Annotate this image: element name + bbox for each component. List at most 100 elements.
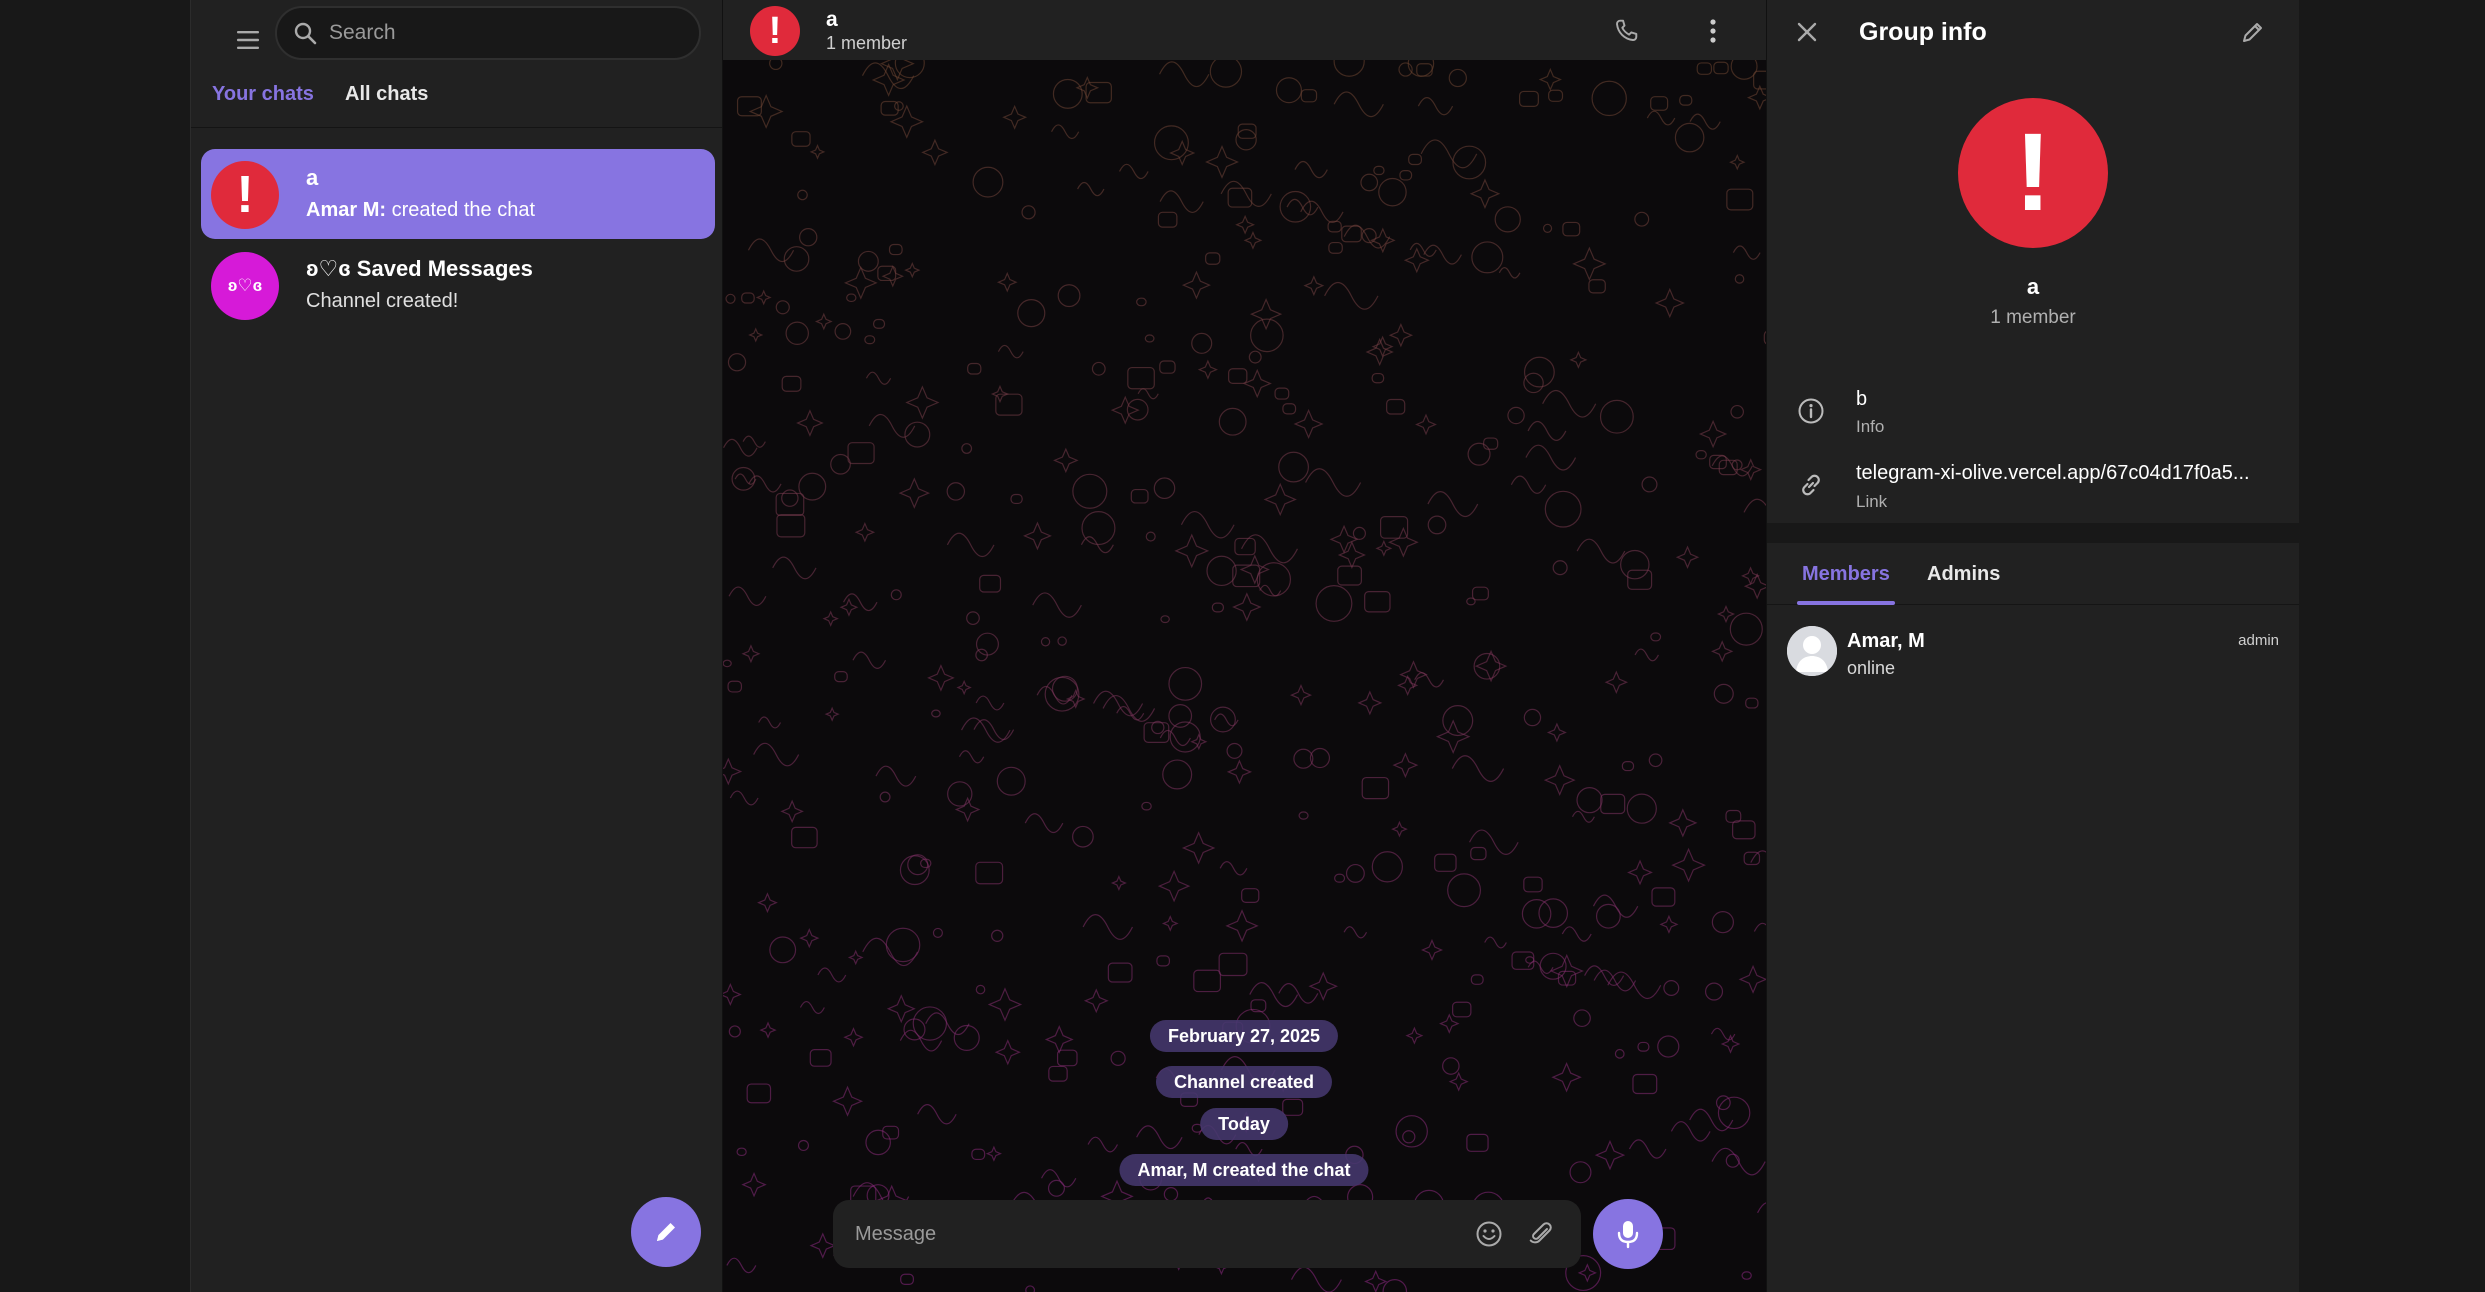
wallpaper-doodle <box>1729 153 1746 171</box>
chat-header-subtitle: 1 member <box>826 33 908 53</box>
wallpaper-doodle <box>1235 214 1256 235</box>
wallpaper-doodle <box>1388 526 1419 558</box>
hamburger-menu-button[interactable] <box>221 13 275 67</box>
wallpaper-doodle <box>1235 129 1257 151</box>
wallpaper-doodle <box>723 757 743 786</box>
members-tabs: Members Admins <box>1767 543 2299 605</box>
chat-list-item[interactable]: ! a Amar M: created the chat <box>201 149 715 239</box>
search-icon <box>294 22 317 45</box>
wallpaper-doodle <box>1305 468 1362 497</box>
group-avatar[interactable]: ! <box>1958 98 2108 248</box>
wallpaper-doodle <box>927 664 955 692</box>
wallpaper-doodle <box>979 574 1002 593</box>
wallpaper-doodle <box>886 994 916 1024</box>
wallpaper-doodle <box>781 489 799 507</box>
wallpaper-doodle <box>1102 695 1156 722</box>
wallpaper-doodle <box>1604 670 1629 694</box>
attach-button[interactable] <box>1523 1216 1559 1252</box>
wallpaper-doodle <box>834 670 848 683</box>
wallpaper-doodle <box>975 695 1005 711</box>
wallpaper-doodle <box>961 717 1011 743</box>
voice-record-button[interactable] <box>1593 1199 1663 1269</box>
wallpaper-doodle <box>1698 419 1728 449</box>
wallpaper-doodle <box>1110 1050 1126 1066</box>
wallpaper-doodle <box>946 482 966 501</box>
wallpaper-doodle <box>1572 246 1607 282</box>
call-button[interactable] <box>1606 11 1646 51</box>
group-invite-link[interactable]: telegram-xi-olive.vercel.app/67c04d17f0a… <box>1856 462 2250 485</box>
wallpaper-doodle <box>1470 846 1487 861</box>
wallpaper-doodle <box>1072 473 1108 509</box>
wallpaper-doodle <box>747 238 795 263</box>
wallpaper-doodle <box>1650 96 1669 111</box>
wallpaper-doodle <box>1637 1041 1650 1052</box>
wallpaper-doodle <box>830 453 851 475</box>
close-panel-button[interactable] <box>1787 12 1827 52</box>
wallpaper-doodle <box>888 243 903 256</box>
wallpaper-doodle <box>1679 94 1693 106</box>
wallpaper-doodle <box>1730 404 1745 419</box>
wallpaper-doodle <box>953 1024 980 1052</box>
wallpaper-doodle <box>1127 366 1155 390</box>
wallpaper-doodle <box>1576 787 1603 814</box>
exclamation-icon: ! <box>2014 111 2052 234</box>
wallpaper-doodle <box>900 1273 914 1286</box>
edit-group-button[interactable] <box>2233 12 2273 52</box>
wallpaper-doodle <box>1621 761 1635 772</box>
wallpaper-doodle <box>1746 84 1766 111</box>
wallpaper-doodle <box>1557 970 1577 986</box>
wallpaper-doodle <box>1308 971 1338 1001</box>
wallpaper-doodle <box>1017 298 1046 328</box>
tab-your-chats[interactable]: Your chats <box>212 83 314 106</box>
wallpaper-doodle <box>1181 831 1216 865</box>
wallpaper-doodle <box>1157 869 1191 903</box>
wallpaper-doodle <box>1415 413 1437 436</box>
new-message-button[interactable] <box>631 1197 701 1267</box>
search-box[interactable] <box>275 6 701 60</box>
wallpaper-doodle <box>1163 1187 1179 1202</box>
emoji-button[interactable] <box>1471 1216 1507 1252</box>
chat-header-avatar[interactable]: ! <box>750 6 800 56</box>
wallpaper-doodle <box>723 659 732 668</box>
wallpaper-doodle <box>1279 190 1312 223</box>
wallpaper-doodle <box>1197 359 1218 380</box>
group-description[interactable]: b <box>1856 388 1867 411</box>
tab-all-chats[interactable]: All chats <box>345 83 428 106</box>
wallpaper-doodle <box>1075 75 1100 100</box>
service-message: Channel created <box>1155 1066 1333 1098</box>
wallpaper-doodle <box>1145 531 1156 542</box>
wallpaper-doodle <box>1646 110 1676 126</box>
message-input[interactable] <box>855 1222 1415 1246</box>
wallpaper-doodle <box>1626 793 1657 824</box>
wallpaper-doodle <box>1711 911 1734 934</box>
wallpaper-doodle <box>1732 820 1756 840</box>
wallpaper-doodle <box>1434 853 1457 872</box>
chat-header[interactable]: ! a 1 member <box>723 0 1766 60</box>
wallpaper-doodle <box>1156 955 1171 967</box>
wallpaper-doodle <box>1399 170 1413 181</box>
more-options-button[interactable] <box>1693 11 1733 51</box>
wallpaper-doodle <box>1282 1098 1304 1116</box>
wallpaper-doodle <box>1466 1133 1489 1152</box>
tab-admins[interactable]: Admins <box>1927 563 2000 586</box>
more-vertical-icon <box>1710 19 1716 43</box>
wallpaper-doodle <box>1670 1121 1711 1142</box>
wallpaper-doodle <box>1717 1096 1751 1130</box>
wallpaper-doodle <box>1674 122 1705 153</box>
member-list-item[interactable]: Amar, M online admin <box>1767 620 2299 692</box>
wallpaper-doodle <box>1315 584 1353 622</box>
wallpaper-doodle <box>852 651 887 669</box>
wallpaper-doodle <box>1591 80 1627 117</box>
chat-title: a <box>306 165 319 190</box>
search-input[interactable] <box>329 21 669 45</box>
wallpaper-doodle <box>1402 1130 1416 1144</box>
wallpaper-doodle <box>1577 1263 1597 1283</box>
wallpaper-doodle <box>1405 1026 1424 1045</box>
tab-members[interactable]: Members <box>1802 563 1890 586</box>
wallpaper-doodle <box>1274 387 1290 400</box>
wallpaper-doodle <box>1337 565 1362 586</box>
chat-preview: Amar M: created the chat <box>306 199 535 222</box>
wallpaper-doodle <box>1371 372 1385 384</box>
chat-list-item[interactable]: ʚ♡ɞ ʚ♡ɞ Saved Messages Channel created! <box>201 240 715 330</box>
wallpaper-doodle <box>1303 275 1325 297</box>
